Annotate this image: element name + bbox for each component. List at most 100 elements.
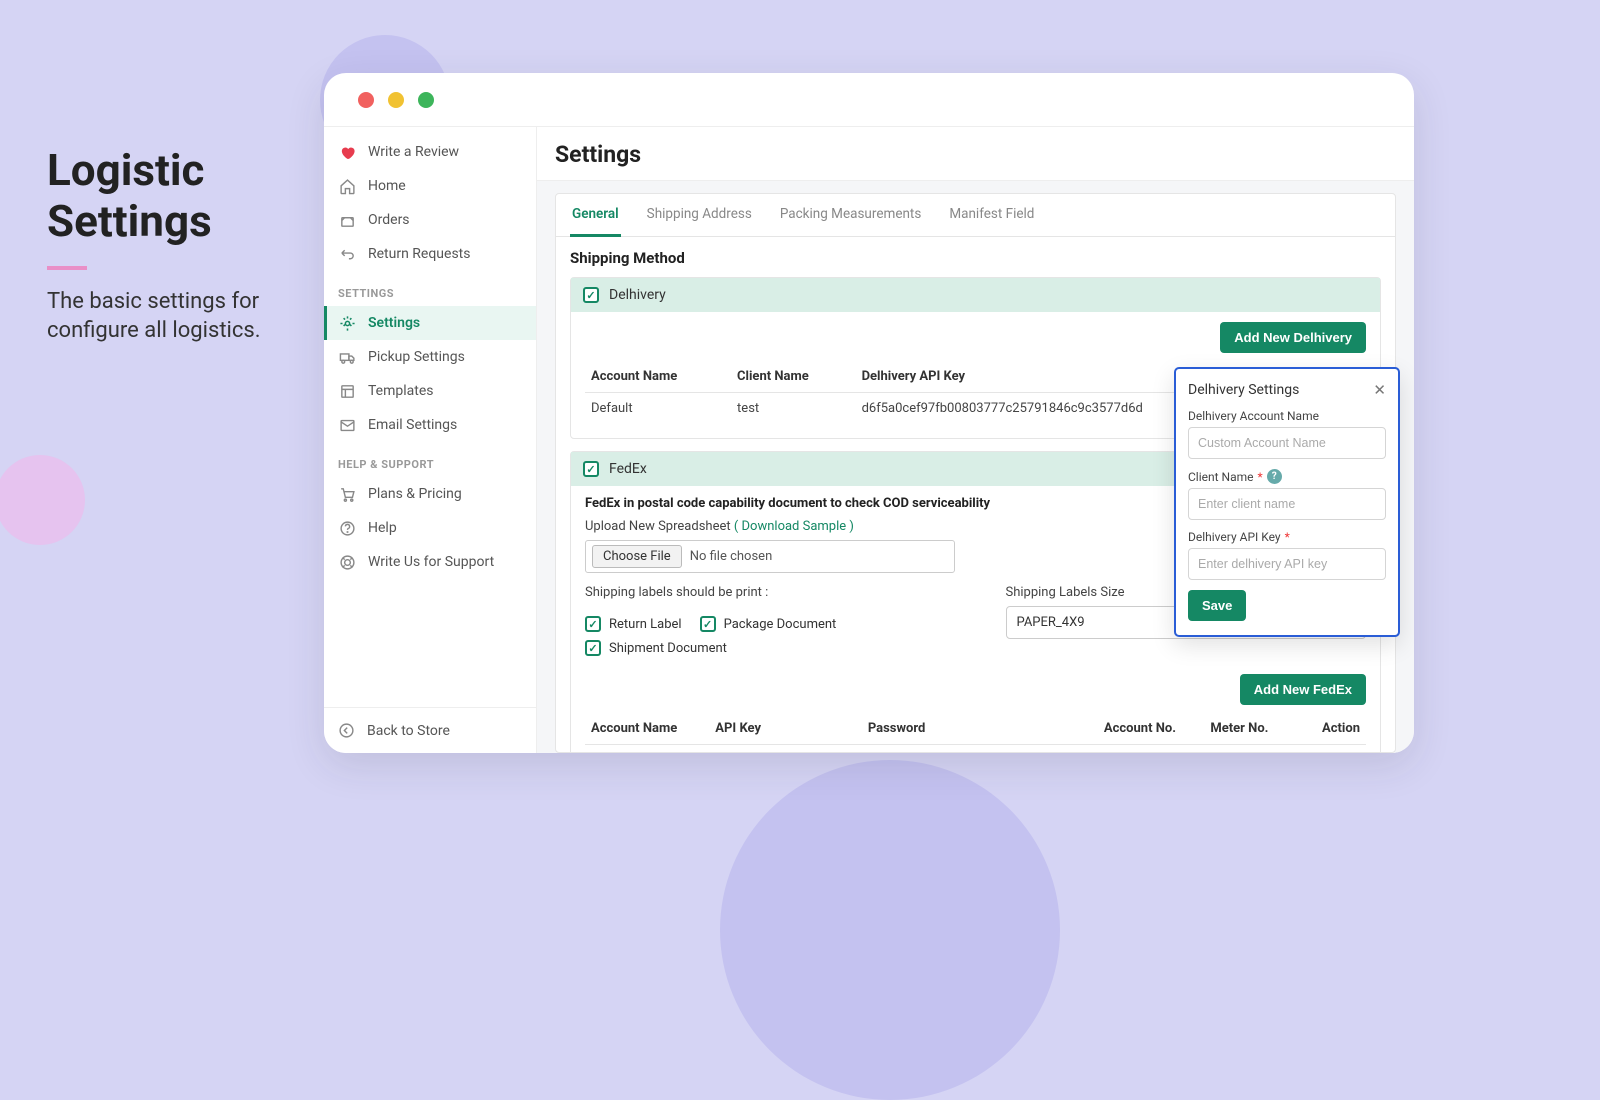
sidebar-item-label: Back to Store	[367, 723, 450, 739]
minimize-dot-icon[interactable]	[388, 92, 404, 108]
package-document-checkbox[interactable]: Package Document	[700, 616, 837, 632]
main-content: Settings General Shipping Address Packin…	[537, 127, 1414, 753]
sidebar-item-label: Settings	[368, 315, 420, 331]
sidebar-item-label: Orders	[368, 212, 410, 228]
table-row: Default KwRxCilg1KbLpkI9 sLzmILqrfNxDDEg…	[585, 745, 1366, 754]
sidebar-item-label: Write Us for Support	[368, 554, 494, 570]
td-action	[1303, 745, 1366, 754]
choose-file-button[interactable]: Choose File	[592, 545, 682, 568]
sidebar-item-help[interactable]: Help	[324, 511, 536, 545]
sidebar-section-help: HELP & SUPPORT	[324, 442, 536, 477]
sidebar-item-templates[interactable]: Templates	[324, 374, 536, 408]
popup-title: Delhivery Settings	[1188, 382, 1299, 398]
sidebar-item-label: Email Settings	[368, 417, 457, 433]
delhivery-label: Delhivery	[609, 287, 666, 303]
decorative-circle	[0, 455, 85, 545]
th-client: Client Name	[731, 361, 856, 393]
checkbox-icon	[700, 616, 716, 632]
th-meter: Meter No.	[1204, 713, 1302, 745]
sidebar-item-review[interactable]: Write a Review	[324, 135, 536, 169]
download-sample-link[interactable]: ( Download Sample )	[734, 519, 854, 534]
cart-icon	[338, 485, 356, 503]
hero-subtitle: The basic settings for configure all log…	[47, 288, 297, 345]
th-api: API Key	[709, 713, 862, 745]
th-password: Password	[862, 713, 1098, 745]
sidebar-item-label: Write a Review	[368, 144, 459, 160]
popup-api-input[interactable]	[1188, 548, 1386, 580]
heart-icon	[338, 143, 356, 161]
checkbox-icon	[585, 616, 601, 632]
close-icon[interactable]: ✕	[1373, 381, 1386, 399]
hero-block: LogisticSettings The basic settings for …	[47, 145, 297, 345]
hero-divider	[47, 266, 87, 270]
sidebar-item-label: Help	[368, 520, 397, 536]
th-account: Account Name	[585, 713, 709, 745]
fedex-table: Account Name API Key Password Account No…	[585, 713, 1366, 753]
th-action: Action	[1303, 713, 1366, 745]
save-button[interactable]: Save	[1188, 590, 1246, 621]
add-new-fedex-button[interactable]: Add New FedEx	[1240, 674, 1366, 705]
popup-account-label: Delhivery Account Name	[1188, 409, 1386, 423]
delhivery-settings-popup: Delhivery Settings ✕ Delhivery Account N…	[1174, 367, 1400, 637]
sidebar-item-orders[interactable]: Orders	[324, 203, 536, 237]
hero-title: LogisticSettings	[47, 145, 297, 246]
orders-icon	[338, 211, 356, 229]
th-acct-no: Account No.	[1098, 713, 1204, 745]
popup-account-input[interactable]	[1188, 427, 1386, 459]
delhivery-checkbox[interactable]	[583, 287, 599, 303]
return-icon	[338, 245, 356, 263]
td-api: KwRxCilg1KbLpkI9	[709, 745, 862, 754]
checkbox-icon	[585, 640, 601, 656]
td-acct-no: 2	[1098, 745, 1204, 754]
sidebar-item-plans[interactable]: Plans & Pricing	[324, 477, 536, 511]
add-new-delhivery-button[interactable]: Add New Delhivery	[1220, 322, 1366, 353]
page-title: Settings	[537, 127, 1414, 181]
td-password: sLzmILqrfNxDDEgEXCfXlkcU5	[862, 745, 1098, 754]
tab-packing-measurements[interactable]: Packing Measurements	[778, 194, 924, 236]
sidebar-item-home[interactable]: Home	[324, 169, 536, 203]
decorative-circle	[720, 760, 1060, 1100]
sidebar-item-label: Pickup Settings	[368, 349, 465, 365]
shipping-method-title: Shipping Method	[570, 249, 1381, 267]
sidebar-section-settings: SETTINGS	[324, 271, 536, 306]
email-icon	[338, 416, 356, 434]
maximize-dot-icon[interactable]	[418, 92, 434, 108]
sidebar-item-email-settings[interactable]: Email Settings	[324, 408, 536, 442]
sidebar-item-return-requests[interactable]: Return Requests	[324, 237, 536, 271]
window-titlebar	[324, 73, 1414, 126]
shipment-document-checkbox[interactable]: Shipment Document	[585, 640, 946, 656]
gear-icon	[338, 314, 356, 332]
sidebar-item-label: Templates	[368, 383, 434, 399]
tab-general[interactable]: General	[570, 194, 621, 237]
fedex-checkbox[interactable]	[583, 461, 599, 477]
popup-client-input[interactable]	[1188, 488, 1386, 520]
app-window: Write a Review Home Orders Return Reques…	[324, 73, 1414, 753]
sidebar-item-label: Plans & Pricing	[368, 486, 462, 502]
close-dot-icon[interactable]	[358, 92, 374, 108]
back-arrow-icon	[338, 722, 355, 739]
file-input[interactable]: Choose File No file chosen	[585, 540, 955, 573]
return-label-checkbox[interactable]: Return Label	[585, 616, 682, 632]
popup-client-label: Client Name* ?	[1188, 469, 1386, 484]
tabs: General Shipping Address Packing Measure…	[556, 194, 1395, 237]
th-account: Account Name	[585, 361, 731, 393]
no-file-label: No file chosen	[690, 549, 773, 564]
truck-icon	[338, 348, 356, 366]
tab-manifest-field[interactable]: Manifest Field	[947, 194, 1036, 236]
help-icon	[338, 519, 356, 537]
sidebar: Write a Review Home Orders Return Reques…	[324, 127, 537, 753]
popup-api-label: Delhivery API Key*	[1188, 530, 1386, 544]
support-icon	[338, 553, 356, 571]
td-meter: 118697284	[1204, 745, 1302, 754]
sidebar-item-pickup-settings[interactable]: Pickup Settings	[324, 340, 536, 374]
sidebar-item-settings[interactable]: Settings	[324, 306, 536, 340]
td-account: Default	[585, 745, 709, 754]
tab-shipping-address[interactable]: Shipping Address	[645, 194, 754, 236]
sidebar-item-label: Home	[368, 178, 406, 194]
sidebar-item-write-support[interactable]: Write Us for Support	[324, 545, 536, 579]
template-icon	[338, 382, 356, 400]
sidebar-back-to-store[interactable]: Back to Store	[324, 707, 536, 753]
delhivery-header[interactable]: Delhivery	[571, 278, 1380, 312]
help-icon[interactable]: ?	[1267, 469, 1282, 484]
fedex-label: FedEx	[609, 461, 647, 477]
